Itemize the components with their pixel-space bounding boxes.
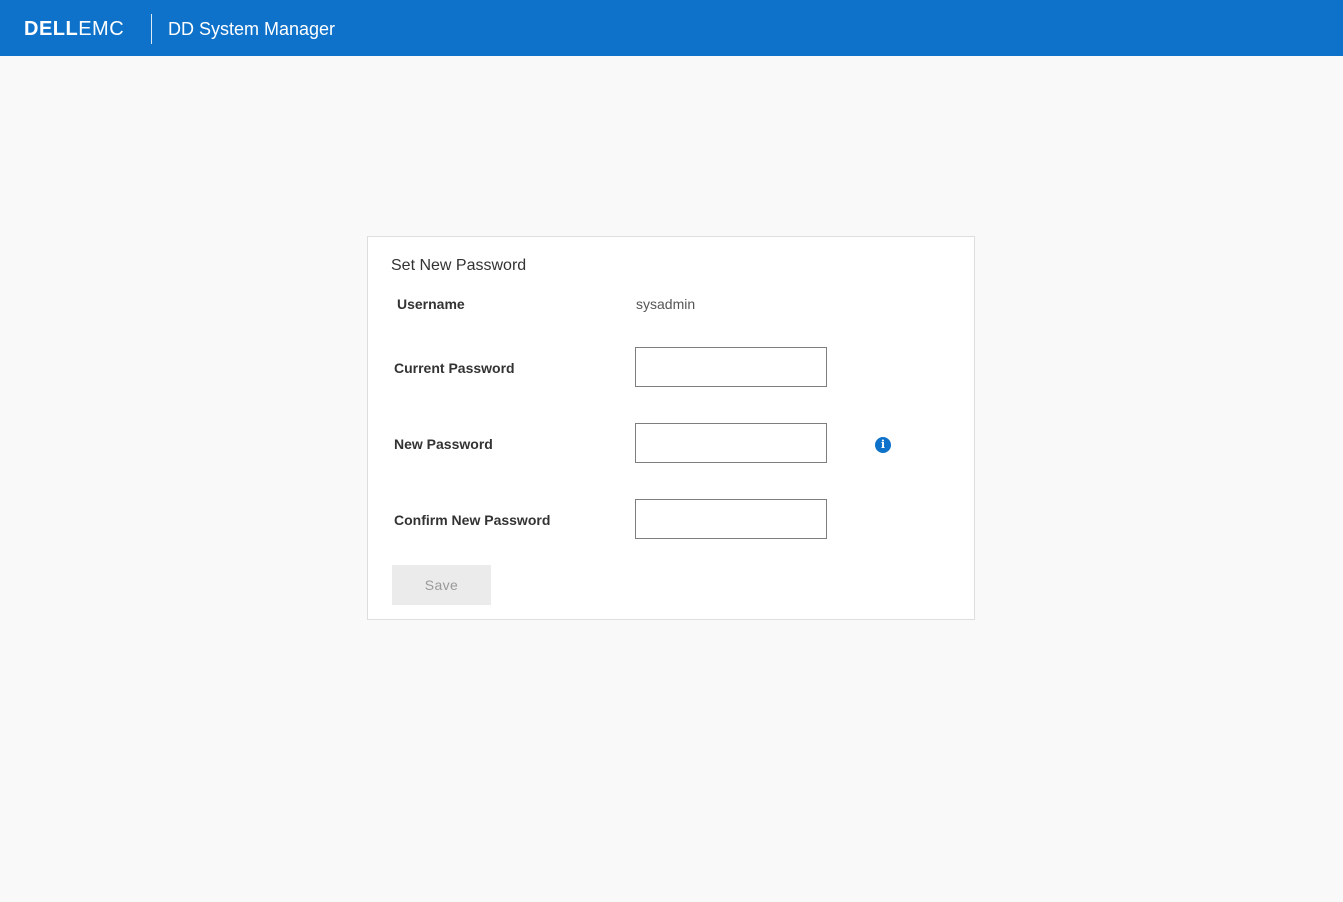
top-header-bar: DELLEMC DD System Manager — [0, 0, 1343, 56]
current-password-label: Current Password — [394, 360, 515, 376]
card-title: Set New Password — [391, 257, 527, 274]
dell-emc-logo: DELLEMC — [24, 17, 124, 41]
password-info-icon[interactable]: i — [875, 437, 891, 453]
new-password-label: New Password — [394, 436, 493, 452]
set-password-card: Set New Password Username sysadmin Curre… — [367, 236, 975, 620]
logo-dell-text: DELL — [24, 18, 79, 40]
username-value: sysadmin — [636, 296, 696, 312]
app-title: DD System Manager — [168, 19, 336, 39]
confirm-password-label: Confirm New Password — [394, 512, 551, 528]
current-password-input[interactable] — [635, 347, 827, 387]
header-divider — [151, 14, 152, 44]
save-button[interactable]: Save — [392, 565, 491, 605]
logo-emc-text: EMC — [78, 18, 125, 40]
username-label: Username — [397, 296, 465, 312]
confirm-password-input[interactable] — [635, 499, 827, 539]
new-password-input[interactable] — [635, 423, 827, 463]
